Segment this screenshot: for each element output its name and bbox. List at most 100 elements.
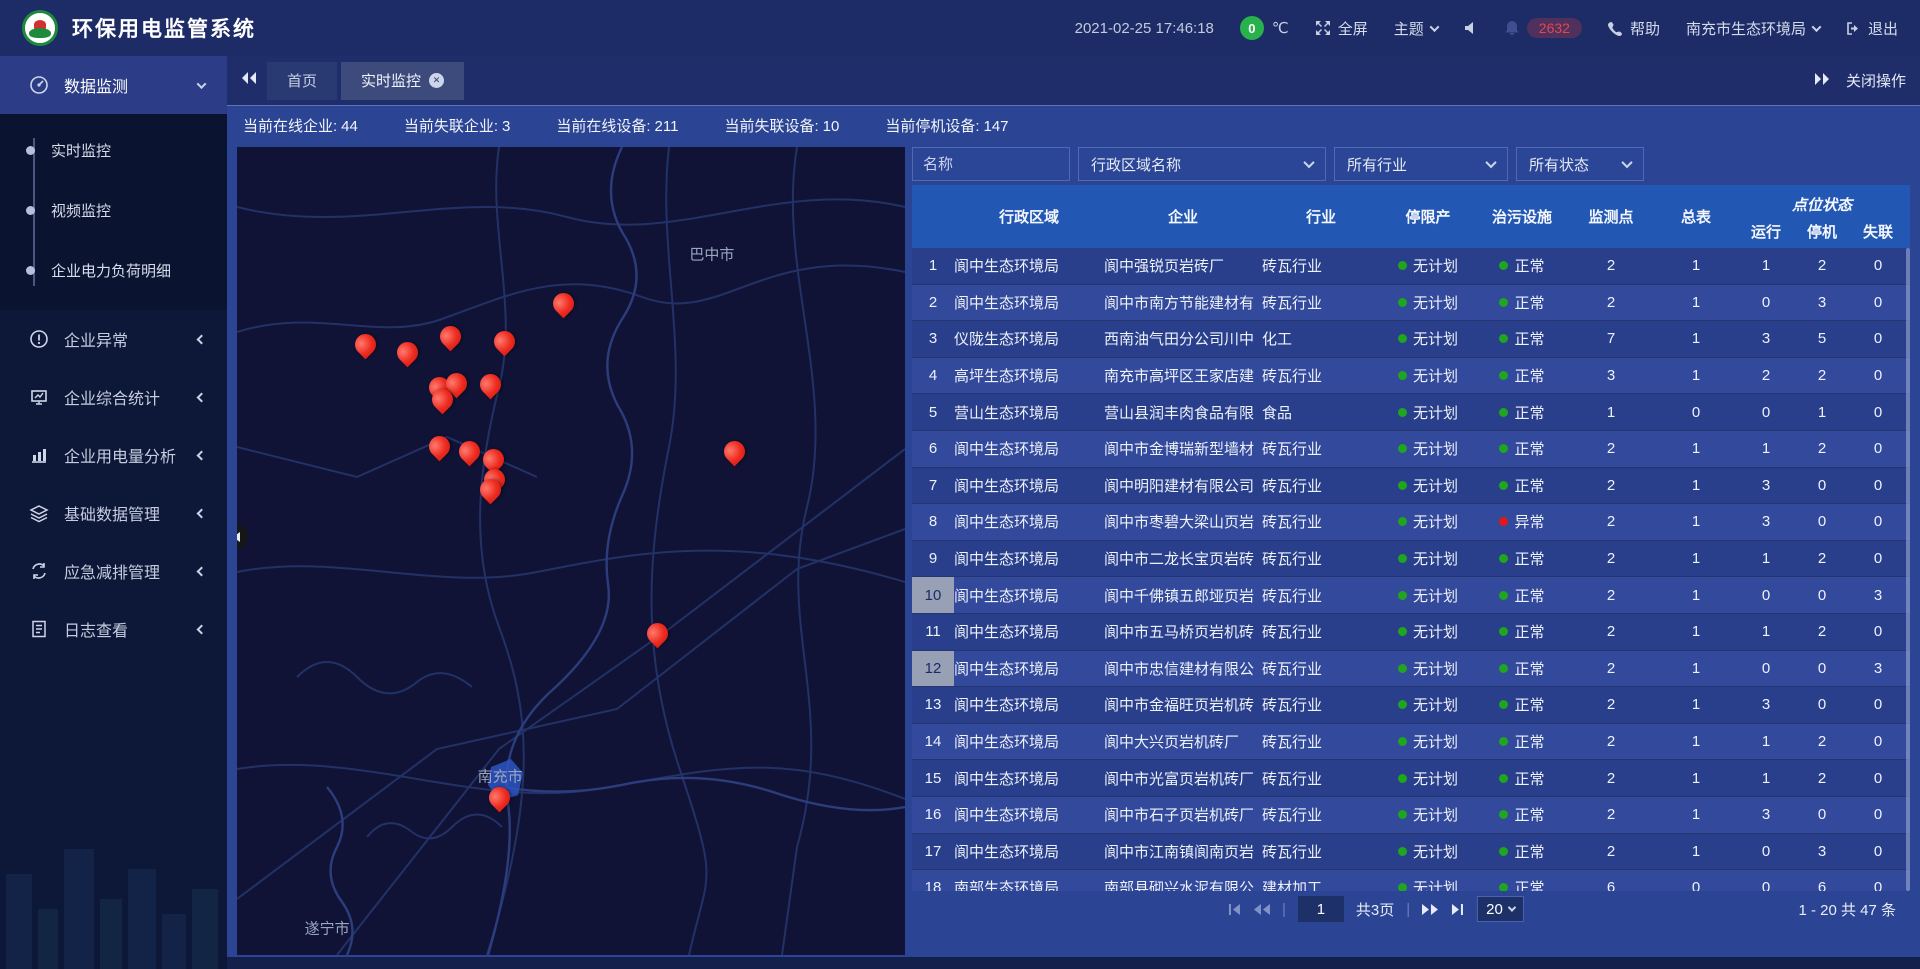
cell-industry: 砖瓦行业 bbox=[1262, 834, 1380, 870]
name-search-input[interactable] bbox=[912, 147, 1070, 181]
tab-active[interactable]: 实时监控✕ bbox=[341, 62, 464, 100]
table-row[interactable]: 5 营山生态环境局 营山县润丰肉食品有限 食品 无计划 正常 1 0 0 1 0 bbox=[912, 394, 1910, 431]
status-dot-icon bbox=[1398, 408, 1407, 417]
tab-close-icon[interactable]: ✕ bbox=[429, 73, 444, 88]
table-row[interactable]: 15 阆中生态环境局 阆中市光富页岩机砖厂 砖瓦行业 无计划 正常 2 1 1 … bbox=[912, 760, 1910, 797]
table-row[interactable]: 16 阆中生态环境局 阆中市石子页岩机砖厂 砖瓦行业 无计划 正常 2 1 3 … bbox=[912, 797, 1910, 834]
table-scrollbar[interactable] bbox=[1906, 248, 1910, 891]
sidebar-subitem[interactable]: 企业电力负荷明细 bbox=[0, 240, 227, 300]
divider: | bbox=[1406, 901, 1410, 918]
tabs-scroll-left-icon[interactable] bbox=[241, 71, 257, 90]
status-dot-icon bbox=[1398, 591, 1407, 600]
filter-bar: 行政区域名称 所有行业 所有状态 bbox=[912, 147, 1910, 181]
cell-facility-status: 正常 bbox=[1476, 394, 1568, 430]
cell-run: 0 bbox=[1738, 285, 1794, 321]
cell-points: 2 bbox=[1568, 797, 1654, 833]
cell-lost: 0 bbox=[1850, 724, 1906, 760]
close-operations-button[interactable]: 关闭操作 bbox=[1846, 70, 1906, 91]
emergency-icon bbox=[28, 560, 50, 582]
fullscreen-button[interactable]: 全屏 bbox=[1315, 18, 1368, 39]
row-number: 4 bbox=[912, 358, 954, 394]
cell-stop: 2 bbox=[1794, 248, 1850, 284]
bell-icon bbox=[1504, 20, 1520, 36]
sidebar-item[interactable]: 日志查看 bbox=[0, 600, 227, 658]
sidebar-menu: 数据监测实时监控视频监控企业电力负荷明细企业异常企业综合统计企业用电量分析基础数… bbox=[0, 56, 227, 658]
table-row[interactable]: 13 阆中生态环境局 阆中市金福旺页岩机砖 砖瓦行业 无计划 正常 2 1 3 … bbox=[912, 687, 1910, 724]
bullet-icon bbox=[26, 266, 35, 275]
cell-region: 阆中生态环境局 bbox=[954, 614, 1104, 650]
sidebar-item[interactable]: 企业异常 bbox=[0, 310, 227, 368]
sidebar-subitem[interactable]: 实时监控 bbox=[0, 120, 227, 180]
stats-bar: 当前在线企业:44当前失联企业:3当前在线设备:211当前失联设备:10当前停机… bbox=[227, 105, 1920, 145]
table-row[interactable]: 1 阆中生态环境局 阆中强锐页岩砖厂 砖瓦行业 无计划 正常 2 1 1 2 0 bbox=[912, 248, 1910, 285]
table-row[interactable]: 2 阆中生态环境局 阆中市南方节能建材有 砖瓦行业 无计划 正常 2 1 0 3… bbox=[912, 285, 1910, 322]
alert-icon bbox=[28, 328, 50, 350]
cell-industry: 砖瓦行业 bbox=[1262, 651, 1380, 687]
cell-company: 阆中市南方节能建材有 bbox=[1104, 285, 1262, 321]
sidebar-subitem[interactable]: 视频监控 bbox=[0, 180, 227, 240]
table-row[interactable]: 11 阆中生态环境局 阆中市五马桥页岩机砖 砖瓦行业 无计划 正常 2 1 1 … bbox=[912, 614, 1910, 651]
tabs-scroll-right-icon[interactable] bbox=[1814, 72, 1830, 90]
user-org-dropdown[interactable]: 南充市生态环境局 bbox=[1686, 18, 1820, 39]
page-number-input[interactable] bbox=[1298, 896, 1344, 922]
tab-item[interactable]: 首页 bbox=[267, 62, 337, 100]
cell-stop: 2 bbox=[1794, 358, 1850, 394]
sidebar-item[interactable]: 数据监测 bbox=[0, 56, 227, 114]
sidebar-item[interactable]: 应急减排管理 bbox=[0, 542, 227, 600]
cell-company: 阆中市光富页岩机砖厂 bbox=[1104, 760, 1262, 796]
industry-select[interactable]: 所有行业 bbox=[1334, 147, 1508, 181]
prev-page-button[interactable] bbox=[1253, 903, 1270, 916]
cell-points: 2 bbox=[1568, 577, 1654, 613]
cell-total: 1 bbox=[1654, 248, 1738, 284]
status-dot-icon bbox=[1499, 810, 1508, 819]
cell-total: 1 bbox=[1654, 285, 1738, 321]
cell-lost: 0 bbox=[1850, 687, 1906, 723]
first-page-button[interactable] bbox=[1227, 903, 1241, 916]
cell-points: 1 bbox=[1568, 394, 1654, 430]
last-page-button[interactable] bbox=[1451, 903, 1465, 916]
table-row[interactable]: 9 阆中生态环境局 阆中市二龙长宝页岩砖 砖瓦行业 无计划 正常 2 1 1 2… bbox=[912, 541, 1910, 578]
next-page-button[interactable] bbox=[1422, 903, 1439, 916]
sidebar-item-label: 应急减排管理 bbox=[64, 559, 198, 583]
status-dot-icon bbox=[1499, 664, 1508, 673]
status-dot-icon bbox=[1499, 554, 1508, 563]
table-row[interactable]: 14 阆中生态环境局 阆中大兴页岩机砖厂 砖瓦行业 无计划 正常 2 1 1 2… bbox=[912, 724, 1910, 761]
notifications[interactable]: 2632 bbox=[1504, 18, 1582, 38]
sidebar-item[interactable]: 企业用电量分析 bbox=[0, 426, 227, 484]
table-row[interactable]: 8 阆中生态环境局 阆中市枣碧大梁山页岩 砖瓦行业 无计划 异常 2 1 3 0… bbox=[912, 504, 1910, 541]
help-button[interactable]: 帮助 bbox=[1608, 18, 1660, 39]
cell-industry: 砖瓦行业 bbox=[1262, 577, 1380, 613]
cell-stop: 0 bbox=[1794, 577, 1850, 613]
sound-button[interactable] bbox=[1464, 21, 1478, 35]
table-row[interactable]: 7 阆中生态环境局 阆中明阳建材有限公司 砖瓦行业 无计划 正常 2 1 3 0… bbox=[912, 468, 1910, 505]
table-row[interactable]: 18 南部生态环境局 南部县砌兴水泥有限公 建材加工 无计划 正常 6 0 0 … bbox=[912, 870, 1910, 891]
chevron-left-icon bbox=[197, 566, 207, 576]
table-row[interactable]: 10 阆中生态环境局 阆中千佛镇五郎垭页岩 砖瓦行业 无计划 正常 2 1 0 … bbox=[912, 577, 1910, 614]
status-dot-icon bbox=[1398, 847, 1407, 856]
cell-lost: 0 bbox=[1850, 394, 1906, 430]
status-dot-icon bbox=[1499, 700, 1508, 709]
cell-industry: 砖瓦行业 bbox=[1262, 504, 1380, 540]
row-number: 3 bbox=[912, 321, 954, 357]
status-select[interactable]: 所有状态 bbox=[1516, 147, 1644, 181]
region-select[interactable]: 行政区域名称 bbox=[1078, 147, 1326, 181]
cell-lost: 3 bbox=[1850, 577, 1906, 613]
table-row[interactable]: 6 阆中生态环境局 阆中市金博瑞新型墙材 砖瓦行业 无计划 正常 2 1 1 2… bbox=[912, 431, 1910, 468]
table-row[interactable]: 17 阆中生态环境局 阆中市江南镇阆南页岩 砖瓦行业 无计划 正常 2 1 0 … bbox=[912, 834, 1910, 871]
map-panel[interactable]: 巴中市南充市遂宁市 bbox=[237, 147, 905, 955]
cell-region: 南部生态环境局 bbox=[954, 870, 1104, 891]
stat-item: 当前失联企业:3 bbox=[404, 115, 511, 136]
page-size-select[interactable]: 20 bbox=[1477, 896, 1524, 922]
sidebar-item[interactable]: 基础数据管理 bbox=[0, 484, 227, 542]
table-row[interactable]: 4 高坪生态环境局 南充市高坪区王家店建 砖瓦行业 无计划 正常 3 1 2 2… bbox=[912, 358, 1910, 395]
table-row[interactable]: 3 仪陇生态环境局 西南油气田分公司川中 化工 无计划 正常 7 1 3 5 0 bbox=[912, 321, 1910, 358]
sidebar-item[interactable]: 企业综合统计 bbox=[0, 368, 227, 426]
cell-facility-status: 正常 bbox=[1476, 358, 1568, 394]
logout-button[interactable]: 退出 bbox=[1846, 18, 1898, 39]
cell-industry: 砖瓦行业 bbox=[1262, 431, 1380, 467]
row-number: 18 bbox=[912, 870, 954, 891]
cell-company: 阆中市石子页岩机砖厂 bbox=[1104, 797, 1262, 833]
cell-stop: 2 bbox=[1794, 724, 1850, 760]
theme-dropdown[interactable]: 主题 bbox=[1394, 18, 1438, 39]
table-row[interactable]: 12 阆中生态环境局 阆中市忠信建材有限公 砖瓦行业 无计划 正常 2 1 0 … bbox=[912, 651, 1910, 688]
